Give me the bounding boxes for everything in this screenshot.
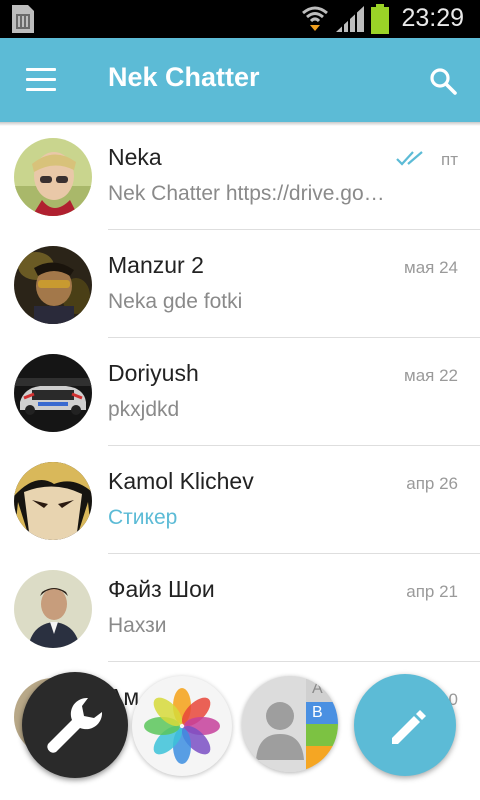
- wifi-icon: [302, 6, 328, 31]
- chat-date: пт: [441, 150, 458, 169]
- app-bar: Nek Chatter: [0, 38, 480, 122]
- search-icon[interactable]: [428, 66, 458, 96]
- chat-name: Doriyush: [108, 360, 199, 386]
- chat-row-kamol-klichev[interactable]: Kamol Klichev апр 26 Стикер: [0, 446, 480, 554]
- chat-name: Manzur 2: [108, 252, 204, 278]
- settings-button[interactable]: [22, 672, 128, 778]
- photos-icon: [144, 688, 220, 764]
- contacts-letter-a: A: [312, 680, 323, 697]
- chat-preview: pkxjdkd: [108, 398, 180, 421]
- app-title: Nek Chatter: [108, 62, 260, 92]
- status-time: 23:29: [401, 4, 464, 32]
- photos-button[interactable]: [132, 676, 232, 776]
- avatar[interactable]: [14, 354, 92, 432]
- chat-date: апр 21: [406, 582, 458, 601]
- wrench-icon: [47, 697, 103, 753]
- chat-row-doriyush[interactable]: Doriyush мая 22 pkxjdkd: [0, 338, 480, 446]
- compose-icon: [392, 710, 426, 744]
- contacts-icon: [242, 676, 338, 772]
- avatar[interactable]: [14, 462, 92, 540]
- chat-name: Kamol Klichev: [108, 468, 254, 494]
- signal-icon: [336, 6, 364, 32]
- chat-date: мая 24: [404, 258, 458, 277]
- avatar[interactable]: [14, 138, 92, 216]
- battery-icon: [371, 4, 389, 34]
- contacts-letter-b: B: [312, 704, 323, 721]
- avatar[interactable]: [14, 246, 92, 324]
- chat-preview: Стикер: [108, 506, 178, 529]
- sim-icon: [12, 5, 34, 33]
- compose-button[interactable]: [354, 674, 456, 776]
- status-bar: 23:29: [0, 0, 480, 38]
- avatar[interactable]: [14, 570, 92, 648]
- chat-preview: Nek Chatter https://drive.go…: [108, 182, 385, 205]
- contacts-button[interactable]: A B: [242, 676, 338, 772]
- chat-preview: Neka gde fotki: [108, 290, 243, 313]
- chat-name: Файз Шои: [108, 576, 215, 602]
- chat-date: мая 22: [404, 366, 458, 385]
- chat-row-neka[interactable]: Neka пт Nek Chatter https://drive.go…: [0, 122, 480, 230]
- chat-name: Neka: [108, 144, 162, 170]
- chat-date: апр 26: [406, 474, 458, 493]
- chat-row-manzur-2[interactable]: Manzur 2 мая 24 Neka gde fotki: [0, 230, 480, 338]
- chat-preview: Нахзи: [108, 614, 167, 637]
- menu-icon[interactable]: [26, 68, 56, 91]
- chat-row-fayz-shoi[interactable]: Файз Шои апр 21 Нахзи: [0, 554, 480, 662]
- read-ticks-icon: [396, 151, 423, 166]
